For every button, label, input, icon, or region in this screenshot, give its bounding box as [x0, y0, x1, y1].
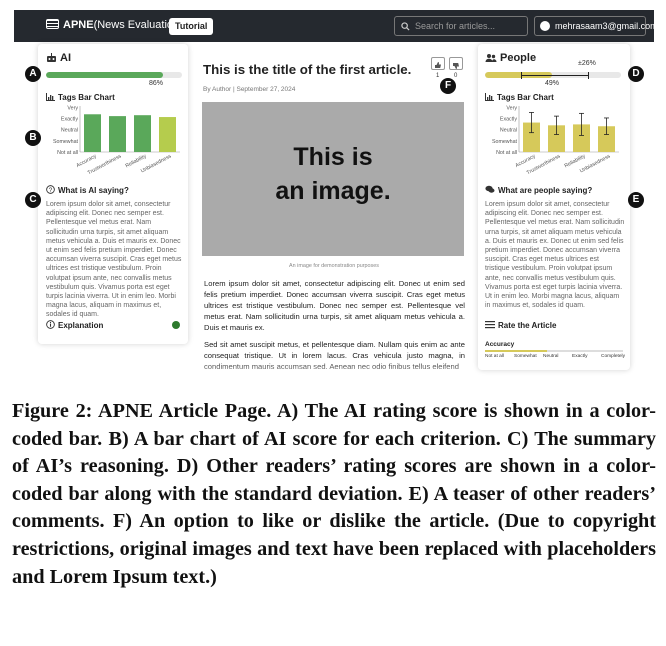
robot-icon	[47, 53, 56, 62]
y-tick-label: Very	[67, 105, 78, 111]
marker-e: E	[628, 192, 644, 208]
y-tick-label: Somewhat	[492, 139, 518, 145]
scale-label: Not at all	[485, 354, 504, 359]
search-placeholder: Search for articles...	[415, 21, 496, 31]
marker-f: F	[440, 78, 456, 94]
rate-article-title: Rate the Article	[498, 321, 557, 330]
info-circle-icon	[46, 320, 55, 329]
search-input[interactable]: Search for articles...	[394, 16, 528, 36]
bar-chart-icon	[485, 93, 494, 101]
std-whisker-cap	[588, 72, 589, 79]
search-icon	[401, 22, 410, 31]
newspaper-icon	[46, 19, 59, 29]
article-image: This is an image.	[202, 102, 464, 256]
std-whisker	[521, 75, 588, 76]
bar	[159, 117, 176, 152]
scale-label: Somewhat	[514, 354, 537, 359]
people-title: People	[500, 52, 537, 64]
y-tick-label: Exactly	[500, 117, 517, 123]
account-button[interactable]: mehrasaam3@gmail.com	[534, 16, 658, 36]
accuracy-slider-fill	[485, 350, 548, 352]
article-title: This is the title of the first article.	[203, 62, 412, 77]
tutorial-button[interactable]: Tutorial	[169, 18, 214, 35]
ai-score-label: 86%	[149, 80, 164, 87]
chevron-down-icon[interactable]	[172, 321, 180, 329]
scroll-fade	[190, 360, 480, 385]
account-email: mehrasaam3@gmail.com	[555, 21, 658, 31]
ai-summary-title: What is AI saying?	[58, 186, 129, 195]
dislike-button[interactable]	[449, 57, 463, 70]
top-navbar: APNE(News Evaluation) Tutorial Search fo…	[14, 10, 658, 42]
question-circle-icon: ?	[46, 185, 55, 194]
std-whisker-cap	[521, 72, 522, 79]
accuracy-scale: Not at all Somewhat Neutral Exactly Complete…	[485, 354, 625, 362]
ai-score-bar	[46, 72, 182, 78]
marker-c: C	[25, 192, 41, 208]
marker-a: A	[25, 66, 41, 82]
y-tick-label: Not at all	[57, 150, 78, 156]
people-comments-text: Lorem ipsum dolor sit amet, consectetur …	[485, 201, 625, 310]
bar	[109, 116, 126, 152]
ai-tags-title: Tags Bar Chart	[58, 93, 115, 102]
y-tick-label: Neutral	[61, 128, 78, 134]
thumbs-down-icon	[453, 63, 459, 69]
people-comments-title: What are people saying?	[498, 186, 593, 195]
sliders-icon	[485, 321, 495, 329]
y-tick-label: Very	[506, 105, 517, 111]
bar	[134, 115, 151, 152]
article-paragraph: Lorem ipsum dolor sit amet, consectetur …	[204, 279, 465, 332]
marker-d: D	[628, 66, 644, 82]
ai-score-fill	[46, 72, 163, 78]
y-tick-label: Exactly	[61, 117, 78, 123]
like-count: 1	[436, 73, 440, 79]
brand[interactable]: APNE(News Evaluation)	[46, 19, 183, 31]
thumbs-up-icon	[435, 62, 441, 68]
bar	[84, 114, 101, 152]
image-text-line2: an image.	[275, 177, 391, 205]
app-screenshot: APNE(News Evaluation) Tutorial Search fo…	[0, 0, 666, 385]
scale-label: Completely	[601, 354, 625, 359]
explanation-toggle[interactable]: Explanation	[58, 321, 103, 330]
article-byline: By Author | September 27, 2024	[203, 86, 296, 93]
figure-caption: Figure 2: APNE Article Page. A) The AI r…	[12, 400, 656, 588]
brand-name: APNE	[63, 19, 94, 31]
image-caption: An image for demonstration purposes	[289, 263, 379, 269]
dislike-count: 0	[454, 73, 458, 79]
ai-tags-bar-chart: Not at allSomewhatNeutralExactlyVeryAccu…	[53, 105, 180, 174]
people-tags-bar-chart: Not at allSomewhatNeutralExactlyVeryAccu…	[492, 105, 619, 174]
svg-text:?: ?	[49, 187, 53, 194]
people-score-label: 49%	[545, 80, 560, 87]
users-icon	[485, 54, 497, 62]
y-tick-label: Somewhat	[53, 139, 79, 145]
y-tick-label: Neutral	[500, 128, 517, 134]
bar-chart-icon	[46, 93, 55, 101]
accuracy-label: Accuracy	[485, 341, 515, 348]
people-tags-title: Tags Bar Chart	[497, 93, 554, 102]
people-panel: People ±26% 49% Tags Bar Chart Not at al…	[478, 44, 630, 370]
people-std-label: ±26%	[578, 60, 596, 67]
image-text-line1: This is	[293, 143, 373, 171]
y-tick-label: Not at all	[496, 150, 517, 156]
like-button[interactable]	[431, 57, 445, 70]
user-icon	[540, 21, 550, 31]
marker-b: B	[25, 130, 41, 146]
ai-panel: AI 86% Tags Bar Chart Not at all Somewhat…	[38, 44, 188, 344]
accuracy-slider[interactable]	[485, 350, 623, 352]
scale-label: Neutral	[543, 354, 559, 359]
ai-title: AI	[60, 52, 71, 64]
image-placeholder-text: This is an image.	[202, 140, 464, 208]
comments-icon	[485, 185, 495, 193]
scale-label: Exactly	[572, 354, 588, 359]
ai-summary-text: Lorem ipsum dolor sit amet, consectetur …	[46, 201, 182, 319]
